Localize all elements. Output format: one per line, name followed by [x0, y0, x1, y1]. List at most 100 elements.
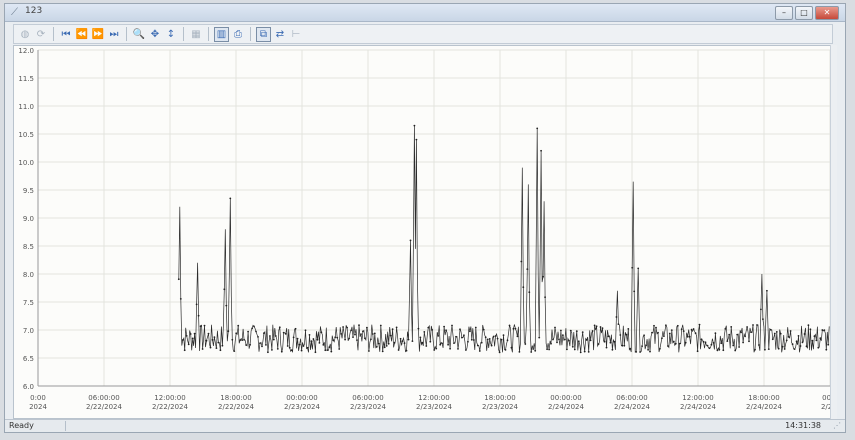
data-point [463, 334, 465, 337]
data-point [354, 333, 356, 336]
marker-icon[interactable]: ⊢ [289, 27, 303, 41]
data-point [744, 335, 746, 338]
data-point [407, 338, 410, 341]
data-point [779, 332, 782, 335]
data-point [431, 329, 434, 331]
data-point [229, 197, 232, 200]
data-point [558, 338, 560, 341]
data-point [522, 286, 525, 289]
data-point [562, 334, 564, 337]
x-tick-date: 2/24/2024 [548, 403, 584, 411]
data-point [445, 329, 447, 332]
minimize-button[interactable]: – [775, 6, 793, 20]
stop-icon[interactable]: ◍ [18, 27, 32, 41]
pan-icon[interactable]: ✥ [148, 27, 162, 41]
data-point [611, 348, 614, 351]
data-point [708, 347, 711, 350]
data-point [179, 298, 182, 300]
print-icon[interactable]: ⎙ [231, 27, 245, 41]
data-point [623, 344, 626, 347]
data-point [825, 348, 828, 351]
first-icon[interactable]: ⏮ [59, 27, 73, 41]
resize-grip-icon[interactable]: ⋰ [833, 421, 841, 430]
close-button[interactable]: ✕ [815, 6, 839, 20]
data-point [577, 340, 580, 343]
data-point [298, 343, 301, 346]
title-bar[interactable]: ⟋ 123 – □ ✕ [5, 4, 845, 22]
series-markers [177, 124, 830, 354]
maximize-button[interactable]: □ [795, 6, 813, 20]
refresh-icon[interactable]: ⟳ [34, 27, 48, 41]
chart-area[interactable]: 6.0 6.5 7.0 7.5 8.0 8.5 9.0 9.5 10.0 10.5 11.0 11.5… [13, 45, 840, 419]
data-point [241, 339, 244, 341]
data-point [261, 345, 263, 348]
data-point [195, 303, 198, 306]
data-point [189, 333, 192, 335]
data-point [750, 331, 752, 333]
connect-icon[interactable]: ⇄ [273, 27, 287, 41]
data-point [760, 308, 762, 311]
data-point [358, 324, 360, 327]
x-tick-label: 06:00:00 [616, 394, 647, 402]
data-point [439, 343, 442, 346]
rewind-icon[interactable]: ⏪ [75, 27, 89, 41]
trend-chart[interactable]: 6.0 6.5 7.0 7.5 8.0 8.5 9.0 9.5 10.0 10.5 11.0 11.5… [14, 46, 839, 418]
data-point [593, 324, 596, 327]
data-point [560, 329, 562, 332]
data-point [512, 327, 515, 330]
scale-icon[interactable]: ↕ [164, 27, 178, 41]
data-point [771, 338, 774, 341]
data-point [484, 336, 487, 339]
data-point [661, 337, 663, 340]
data-point [286, 345, 289, 347]
data-point [302, 345, 305, 347]
data-point [684, 341, 687, 344]
data-point [775, 331, 778, 333]
series-line [178, 125, 830, 354]
data-point [433, 349, 436, 351]
data-point [211, 339, 214, 341]
data-point [544, 296, 546, 299]
data-point [754, 348, 756, 351]
zoom-icon[interactable]: 🔍 [132, 27, 146, 41]
data-point [366, 326, 368, 329]
data-point [627, 328, 630, 330]
data-point [579, 351, 582, 354]
data-point [716, 349, 719, 352]
data-point [726, 340, 729, 342]
data-point [263, 332, 265, 335]
copy-icon[interactable]: ⧉ [256, 26, 271, 42]
data-point [470, 338, 473, 341]
data-point [773, 332, 776, 335]
y-tick-label: 6.0 [23, 383, 34, 391]
data-point [488, 338, 491, 340]
data-point [548, 348, 550, 351]
data-point [451, 324, 453, 327]
y-tick-label: 10.0 [18, 159, 34, 167]
data-point [641, 345, 643, 347]
data-point [338, 348, 341, 350]
data-point [336, 336, 339, 339]
data-point [791, 343, 794, 346]
data-point [769, 328, 772, 331]
data-point [391, 328, 394, 331]
y-tick-label: 7.0 [23, 327, 34, 335]
data-point [678, 342, 681, 345]
forward-icon[interactable]: ⏩ [91, 27, 105, 41]
data-point [742, 341, 744, 344]
data-point [817, 346, 820, 349]
data-point [177, 278, 180, 281]
data-point [368, 350, 370, 352]
data-point [668, 332, 671, 335]
data-point [377, 342, 380, 345]
data-point [542, 275, 544, 278]
grid-icon[interactable]: ▦ [189, 27, 203, 41]
layout-icon[interactable]: ▥ [214, 26, 229, 42]
data-point [702, 340, 705, 343]
toolbar-separator [250, 27, 251, 41]
data-point [795, 340, 798, 343]
last-icon[interactable]: ⏭ [107, 27, 121, 41]
x-tick-date: 2/24/2024 [614, 403, 650, 411]
data-point [215, 347, 218, 349]
vertical-scrollbar[interactable] [830, 45, 837, 419]
